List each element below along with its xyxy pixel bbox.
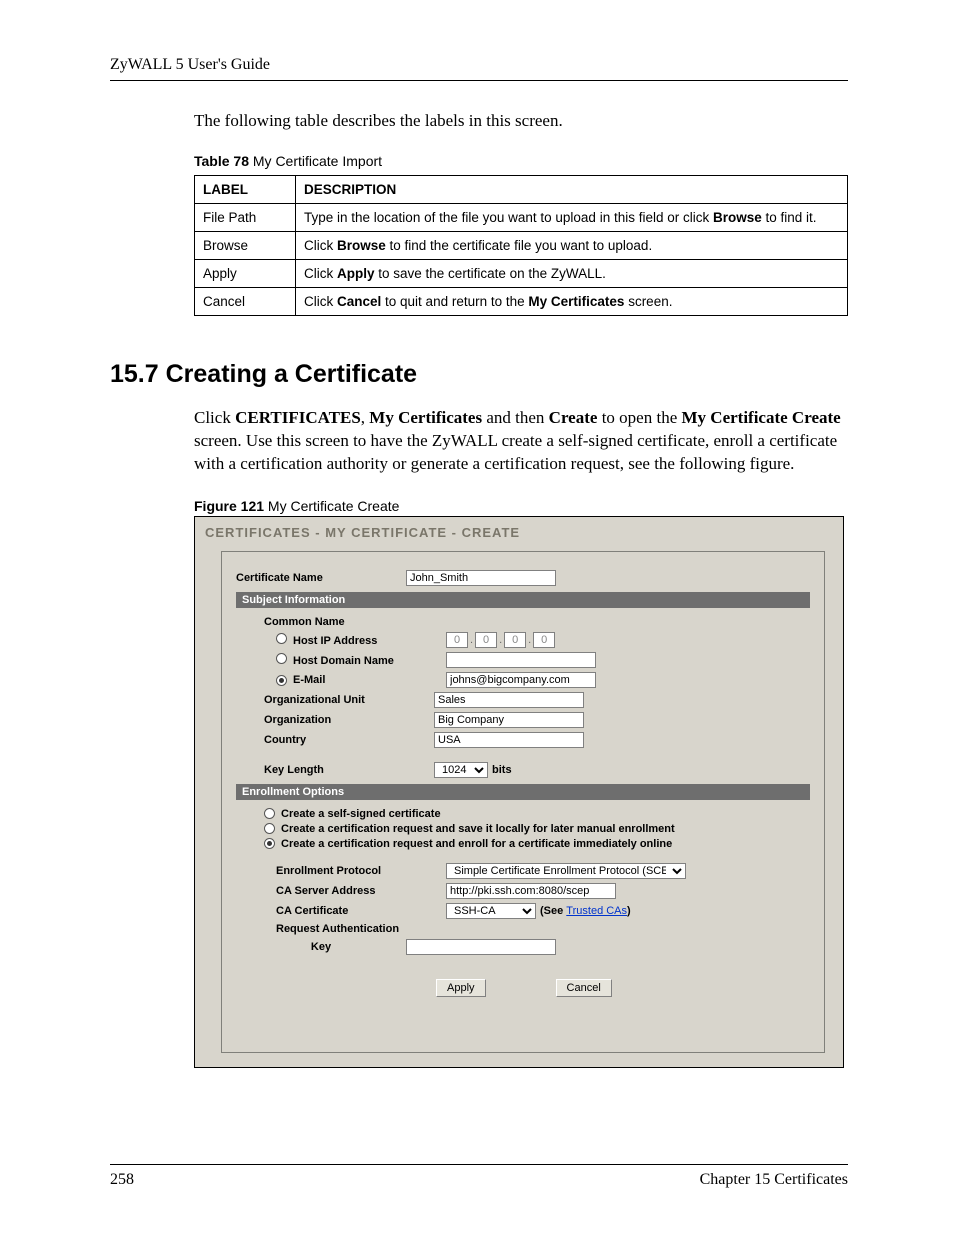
cell-desc: Type in the location of the file you wan…	[296, 204, 848, 232]
ip-seg-1[interactable]	[446, 632, 468, 648]
key-input[interactable]	[406, 939, 556, 955]
table-row: Browse Click Browse to find the certific…	[195, 232, 848, 260]
label-key: Key	[236, 941, 406, 953]
radio-manual-enroll[interactable]	[264, 823, 275, 834]
label-manual-enroll: Create a certification request and save …	[281, 823, 675, 835]
cell-label: File Path	[195, 204, 296, 232]
label-host-ip: Host IP Address	[236, 633, 446, 647]
label-req-auth: Request Authentication	[236, 923, 446, 935]
figure-screenshot: CERTIFICATES - MY CERTIFICATE - CREATE C…	[194, 516, 844, 1068]
label-cert-name: Certificate Name	[236, 572, 406, 584]
cell-desc: Click Apply to save the certificate on t…	[296, 260, 848, 288]
cell-desc: Click Cancel to quit and return to the M…	[296, 288, 848, 316]
cell-desc: Click Browse to find the certificate fil…	[296, 232, 848, 260]
radio-host-ip[interactable]	[276, 633, 287, 644]
ca-server-input[interactable]	[446, 883, 616, 899]
header-rule	[110, 80, 848, 81]
table-caption: Table 78 My Certificate Import	[194, 153, 848, 169]
table-row: Apply Click Apply to save the certificat…	[195, 260, 848, 288]
cell-label: Apply	[195, 260, 296, 288]
th-description: DESCRIPTION	[296, 176, 848, 204]
cell-label: Cancel	[195, 288, 296, 316]
ip-seg-2[interactable]	[475, 632, 497, 648]
section-enrollment-options: Enrollment Options	[236, 784, 810, 800]
screen-title: CERTIFICATES - MY CERTIFICATE - CREATE	[195, 517, 843, 546]
label-org-unit: Organizational Unit	[236, 694, 434, 706]
table-row: Cancel Click Cancel to quit and return t…	[195, 288, 848, 316]
label-key-length: Key Length	[236, 764, 434, 776]
table-78: LABEL DESCRIPTION File Path Type in the …	[194, 175, 848, 316]
figure-caption-title: My Certificate Create	[264, 498, 399, 514]
figure-caption: Figure 121 My Certificate Create	[194, 498, 848, 514]
section-heading: 15.7 Creating a Certificate	[110, 360, 848, 389]
label-online-enroll: Create a certification request and enrol…	[281, 838, 672, 850]
form-panel: Certificate Name Subject Information Com…	[221, 551, 825, 1053]
figure-caption-number: Figure 121	[194, 498, 264, 514]
ip-seg-4[interactable]	[533, 632, 555, 648]
table-row: File Path Type in the location of the fi…	[195, 204, 848, 232]
ca-cert-select[interactable]: SSH-CA	[446, 903, 536, 919]
section-paragraph: Click CERTIFICATES, My Certificates and …	[194, 407, 848, 476]
th-label: LABEL	[195, 176, 296, 204]
cell-label: Browse	[195, 232, 296, 260]
enroll-proto-select[interactable]: Simple Certificate Enrollment Protocol (…	[446, 863, 686, 879]
label-self-signed: Create a self-signed certificate	[281, 808, 441, 820]
label-organization: Organization	[236, 714, 434, 726]
label-common-name: Common Name	[236, 616, 434, 628]
table-caption-title: My Certificate Import	[249, 153, 382, 169]
radio-host-domain[interactable]	[276, 653, 287, 664]
page-footer: 258 Chapter 15 Certificates	[110, 1164, 848, 1189]
label-country: Country	[236, 734, 434, 746]
trusted-cas-link[interactable]: Trusted CAs	[566, 905, 627, 917]
cancel-button[interactable]: Cancel	[556, 979, 612, 997]
label-enroll-proto: Enrollment Protocol	[236, 865, 446, 877]
radio-online-enroll[interactable]	[264, 838, 275, 849]
organization-input[interactable]	[434, 712, 584, 728]
apply-button[interactable]: Apply	[436, 979, 486, 997]
see-label: (See Trusted CAs)	[540, 905, 631, 917]
country-input[interactable]	[434, 732, 584, 748]
label-email: E-Mail	[236, 674, 446, 686]
footer-rule	[110, 1164, 848, 1165]
key-length-select[interactable]: 1024	[434, 762, 488, 778]
label-ca-cert: CA Certificate	[236, 905, 446, 917]
radio-email[interactable]	[276, 675, 287, 686]
org-unit-input[interactable]	[434, 692, 584, 708]
doc-header: ZyWALL 5 User's Guide	[110, 56, 848, 74]
cert-name-input[interactable]	[406, 570, 556, 586]
email-input[interactable]	[446, 672, 596, 688]
intro-text: The following table describes the labels…	[194, 111, 848, 131]
radio-self-signed[interactable]	[264, 808, 275, 819]
chapter-label: Chapter 15 Certificates	[700, 1171, 848, 1189]
ip-seg-3[interactable]	[504, 632, 526, 648]
label-host-domain: Host Domain Name	[236, 653, 446, 667]
section-subject-info: Subject Information	[236, 592, 810, 608]
page-number: 258	[110, 1171, 134, 1189]
table-caption-number: Table 78	[194, 153, 249, 169]
host-domain-input[interactable]	[446, 652, 596, 668]
label-bits: bits	[492, 764, 512, 776]
label-ca-server: CA Server Address	[236, 885, 446, 897]
